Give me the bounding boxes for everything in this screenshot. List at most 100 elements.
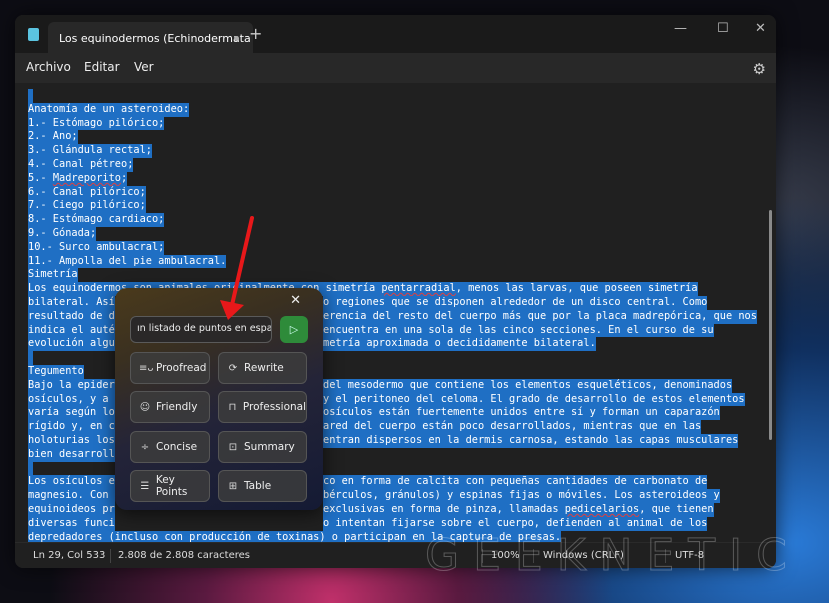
line-text: Bajo la epider [28, 378, 115, 393]
key-points-button[interactable]: ☰ Key Points [130, 470, 210, 502]
text-line: evolución algu metría aproximada o decidi… [28, 337, 596, 352]
concise-button[interactable]: ÷ Concise [130, 431, 210, 463]
line-text-continued: del mesodermo que contiene los elementos… [323, 378, 733, 393]
line-text-continued: osículos están fuertemente unidos entre … [323, 406, 720, 421]
text-line: 8.- Estómago cardiaco; [28, 213, 165, 227]
line-text: Tegumento [28, 365, 84, 379]
line-text: rígido y, en c [28, 420, 115, 434]
friendly-button[interactable]: ☺ Friendly [130, 391, 210, 423]
tab-document[interactable]: Los equinodermos (Echinodermata [48, 22, 253, 53]
close-button[interactable]: ✕ [755, 21, 766, 36]
concise-icon: ÷ [140, 441, 150, 453]
menu-archivo[interactable]: Archivo [26, 60, 71, 74]
summary-button[interactable]: ⊡ Summary [218, 431, 307, 463]
text-line: Los osículos e co en forma de calcita con… [28, 475, 708, 490]
line-text: 6.- Canal pilórico; [28, 185, 146, 200]
line-text-continued: entran dispersos en la dermis carnosa, e… [323, 434, 739, 448]
summary-icon: ⊡ [228, 441, 238, 453]
line-text-continued: erencia del resto del cuerpo más que por… [323, 309, 757, 324]
text-line: 3.- Glándula rectal; [28, 144, 152, 158]
cursor-position: Ln 29, Col 533 [33, 550, 106, 561]
notepad-app-icon [28, 28, 39, 41]
text-line: equinoideos pr exclusivas en forma de pin… [28, 503, 714, 517]
line-text: Simetría [28, 268, 78, 283]
list-icon: ☰ [140, 480, 150, 492]
text-line: 6.- Canal pilórico; [28, 185, 146, 200]
line-text-continued: exclusivas en forma de pinza, llamadas p… [323, 503, 714, 517]
line-text: 11.- Ampolla del pie ambulacral. [28, 254, 227, 269]
line-text-continued: y el peritoneo del celoma. El grado de d… [323, 392, 745, 407]
menu-editar[interactable]: Editar [84, 60, 120, 74]
text-line: Tegumento [28, 365, 84, 379]
line-text: resultado de d [28, 309, 115, 324]
menu-ver[interactable]: Ver [134, 60, 154, 74]
text-line [28, 461, 33, 476]
line-text: Anatomía de un asteroideo: [28, 102, 190, 117]
button-label: Proofread [156, 362, 207, 374]
line-text: 7.- Ciego pilórico; [28, 199, 146, 214]
send-icon: ▷ [289, 323, 299, 336]
line-text: holoturias los [28, 434, 115, 448]
line-text-continued: o intentan fijarse sobre el cuerpo, defi… [323, 516, 708, 531]
text-line: 4.- Canal pétreo; [28, 158, 134, 172]
gear-icon[interactable]: ⚙ [753, 60, 766, 78]
line-text: 9.- Gónada; [28, 227, 97, 241]
send-button[interactable]: ▷ [280, 316, 308, 343]
button-label: Friendly [156, 401, 198, 413]
text-line: varía según lo osículos están fuertemente… [28, 406, 720, 421]
close-icon[interactable]: ✕ [290, 293, 301, 308]
line-text-continued: ared del cuerpo están poco desarrollados… [323, 420, 702, 434]
text-line: resultado de d erencia del resto del cuer… [28, 309, 757, 324]
unsaved-dot-icon [234, 36, 239, 41]
prompt-input[interactable]: ın listado de puntos en español [130, 316, 272, 343]
new-tab-button[interactable]: + [249, 24, 262, 43]
maximize-button[interactable]: ☐ [717, 21, 729, 36]
vertical-scrollbar[interactable] [769, 210, 772, 440]
text-line: indica el auté encuentra en una sola de l… [28, 323, 714, 338]
line-text: 3.- Glándula rectal; [28, 144, 152, 158]
line-text: osículos, y a [28, 392, 115, 407]
title-bar: Los equinodermos (Echinodermata + — ☐ ✕ [15, 15, 776, 53]
line-text [28, 89, 33, 103]
table-icon: ⊞ [228, 480, 238, 492]
text-line [28, 351, 33, 365]
text-line: Simetría [28, 268, 78, 283]
line-text: equinoideos pr [28, 503, 115, 517]
rewrite-button[interactable]: ⟳ Rewrite [218, 352, 307, 384]
smile-icon: ☺ [139, 401, 151, 413]
line-text-continued: bérculos, gránulos) y espinas fijas o mó… [323, 489, 720, 503]
table-button[interactable]: ⊞ Table [218, 470, 307, 502]
rewrite-icon: ⟳ [228, 362, 238, 374]
tab-title: Los equinodermos (Echinodermata [59, 32, 251, 45]
minimize-button[interactable]: — [674, 21, 687, 36]
button-label: Concise [156, 441, 198, 453]
line-text-continued: encuentra en una sola de las cinco secci… [323, 323, 714, 338]
text-line: bilateral. Así o regiones que se disponen… [28, 296, 708, 310]
text-line: bien desarroll [28, 447, 115, 462]
text-line [28, 89, 33, 103]
briefcase-icon: ⊓ [228, 401, 237, 413]
line-text: Los osículos e [28, 475, 115, 490]
text-line: magnesio. Con bérculos, gránulos) y espi… [28, 489, 720, 503]
text-line: Anatomía de un asteroideo: [28, 102, 190, 117]
line-text: evolución algu [28, 337, 115, 352]
line-text: bien desarroll [28, 447, 115, 462]
ai-rewrite-popup: ✕ ın listado de puntos en español ▷ ≡ᴗPr… [115, 288, 323, 510]
watermark-logo: GEEKNETIC [425, 530, 801, 582]
line-text: 4.- Canal pétreo; [28, 158, 134, 172]
text-line: osículos, y a y el peritoneo del celoma.… [28, 392, 745, 407]
line-text: 2.- Ano; [28, 130, 78, 145]
professional-button[interactable]: ⊓ Professional [218, 391, 307, 423]
line-text: 5.- Madreporito; [28, 171, 128, 186]
line-text: indica el auté [28, 323, 115, 338]
button-label: Summary [244, 441, 295, 453]
button-label: Professional [242, 401, 306, 413]
line-text: magnesio. Con [28, 489, 115, 503]
button-label: Rewrite [244, 362, 284, 374]
proofread-button[interactable]: ≡ᴗ Proofread [130, 352, 210, 384]
text-line: 9.- Gónada; [28, 227, 97, 241]
text-line: 2.- Ano; [28, 130, 78, 145]
text-line: diversas funci o intentan fijarse sobre e… [28, 516, 708, 531]
line-text [28, 461, 33, 476]
character-count: 2.808 de 2.808 caracteres [118, 550, 250, 561]
